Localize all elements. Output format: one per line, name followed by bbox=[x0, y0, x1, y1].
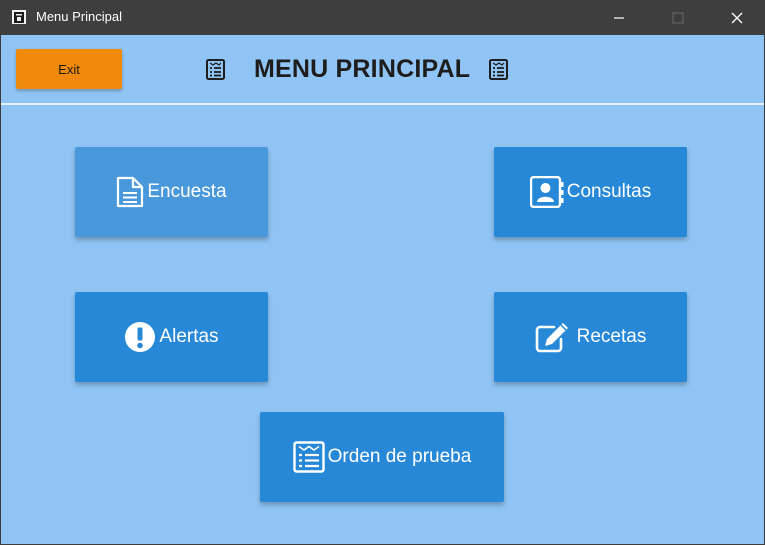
exit-button[interactable]: Exit bbox=[16, 49, 122, 89]
app-icon bbox=[12, 10, 26, 24]
orden-de-prueba-label: Orden de prueba bbox=[327, 446, 472, 467]
title-bar[interactable]: Menu Principal bbox=[0, 0, 765, 35]
recetas-label: Recetas bbox=[576, 326, 647, 347]
minimize-button[interactable] bbox=[596, 0, 642, 35]
exclamation-icon bbox=[125, 322, 156, 352]
contact-book-icon bbox=[529, 176, 564, 208]
app-window: Menu Principal Exit MENU PRINCIPAL Encue… bbox=[0, 0, 765, 545]
alertas-button[interactable]: Alertas bbox=[75, 292, 268, 382]
edit-icon bbox=[535, 323, 568, 353]
list-icon bbox=[489, 59, 509, 80]
minimize-icon bbox=[614, 16, 624, 19]
orden-de-prueba-button[interactable]: Orden de prueba bbox=[260, 412, 504, 502]
encuesta-label: Encuesta bbox=[147, 181, 227, 202]
document-icon bbox=[117, 176, 144, 208]
list-icon bbox=[206, 59, 225, 80]
main-panel: Exit MENU PRINCIPAL Encuesta Consultas A… bbox=[1, 35, 764, 544]
maximize-button[interactable] bbox=[655, 0, 701, 35]
close-icon bbox=[731, 12, 743, 23]
window-title: Menu Principal bbox=[36, 9, 122, 24]
maximize-icon bbox=[672, 12, 684, 23]
alertas-label: Alertas bbox=[159, 326, 219, 347]
page-title: MENU PRINCIPAL bbox=[254, 55, 471, 83]
recetas-button[interactable]: Recetas bbox=[494, 292, 687, 382]
list-icon bbox=[292, 441, 325, 473]
close-button[interactable] bbox=[714, 0, 760, 35]
page-header: MENU PRINCIPAL bbox=[206, 55, 509, 84]
consultas-label: Consultas bbox=[566, 181, 652, 202]
encuesta-button[interactable]: Encuesta bbox=[75, 147, 268, 237]
consultas-button[interactable]: Consultas bbox=[494, 147, 687, 237]
header-divider bbox=[1, 103, 764, 105]
